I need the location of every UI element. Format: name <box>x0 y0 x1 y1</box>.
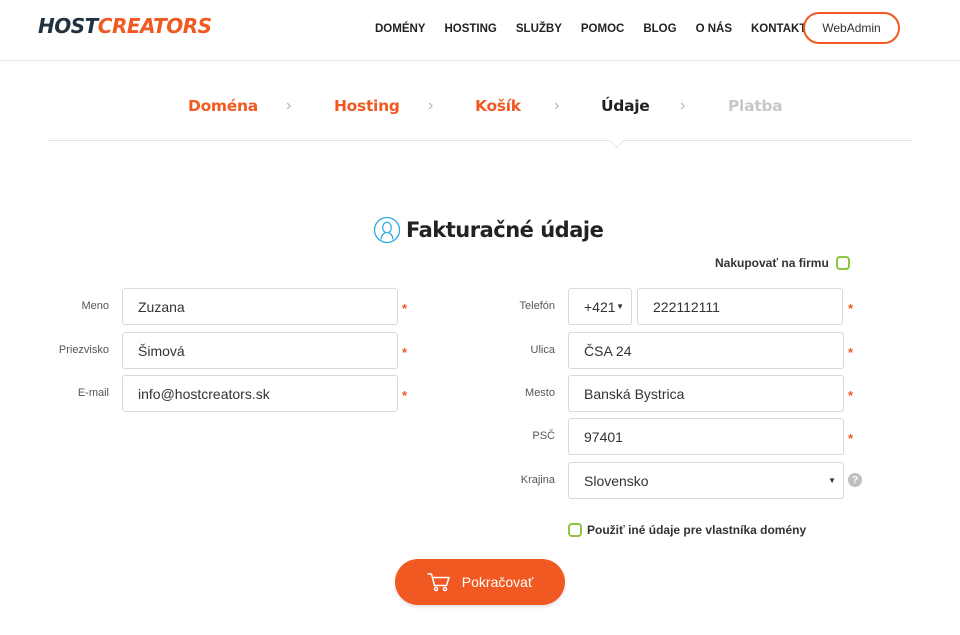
first-name-input[interactable]: Zuzana <box>122 288 398 325</box>
domain-owner-label: Použiť iné údaje pre vlastníka domény <box>587 523 807 537</box>
nav-pomoc[interactable]: POMOC <box>581 21 624 37</box>
nav-o-nas[interactable]: O NÁS <box>696 21 732 37</box>
required-mark: * <box>848 388 854 403</box>
checkout-steps: Doména › Hosting › Košík › Údaje › Platb… <box>0 92 960 122</box>
email-label: E-mail <box>77 387 109 399</box>
cart-icon <box>427 573 450 592</box>
continue-label: Pokračovať <box>461 574 534 590</box>
logo-part-host: HOST <box>38 14 98 38</box>
chevron-right-icon: › <box>554 97 560 114</box>
webadmin-button[interactable]: WebAdmin <box>803 12 900 44</box>
chevron-right-icon: › <box>286 97 292 114</box>
chevron-right-icon: › <box>428 97 434 114</box>
country-select[interactable]: Slovensko ▼ <box>568 462 844 499</box>
last-name-label: Priezvisko <box>58 344 109 356</box>
domain-owner-checkbox[interactable] <box>568 523 582 537</box>
phone-input[interactable]: 222112111 <box>637 288 843 325</box>
required-mark: * <box>848 431 854 446</box>
company-purchase-checkbox[interactable] <box>835 256 850 270</box>
continue-button[interactable]: Pokračovať <box>395 559 565 605</box>
required-mark: * <box>402 388 408 403</box>
phone-prefix-value: +421 <box>584 298 616 315</box>
site-header: HOSTCREATORS DOMÉNY HOSTING SLUŽBY POMOC… <box>0 0 960 61</box>
step-udaje: Údaje <box>601 97 650 115</box>
domain-owner-toggle[interactable]: Použiť iné údaje pre vlastníka domény <box>568 523 806 537</box>
required-mark: * <box>402 301 408 316</box>
required-mark: * <box>848 345 854 360</box>
phone-label: Telefón <box>519 300 555 312</box>
company-purchase-label: Nakupovať na firmu <box>715 256 829 270</box>
first-name-label: Meno <box>81 300 109 312</box>
step-hosting[interactable]: Hosting <box>334 96 400 116</box>
help-icon[interactable]: ? <box>848 473 862 487</box>
city-input[interactable]: Banská Bystrica <box>568 375 844 412</box>
active-step-pointer <box>608 132 625 149</box>
last-name-input[interactable]: Šimová <box>122 332 398 369</box>
chevron-down-icon: ▼ <box>828 476 836 485</box>
country-label: Krajina <box>520 474 555 486</box>
hostcreators-logo[interactable]: HOSTCREATORS <box>38 13 212 39</box>
nav-kontakt[interactable]: KONTAKT <box>751 21 806 37</box>
step-domena[interactable]: Doména <box>188 96 258 116</box>
chevron-down-icon: ▼ <box>616 302 624 311</box>
email-input[interactable]: info@hostcreators.sk <box>122 375 398 412</box>
zip-input[interactable]: 97401 <box>568 418 844 455</box>
step-kosik[interactable]: Košík <box>475 96 521 116</box>
form-title: Fakturačné údaje <box>373 216 604 244</box>
steps-divider <box>48 140 912 141</box>
zip-label: PSČ <box>532 430 555 442</box>
required-mark: * <box>848 301 854 316</box>
logo-part-creators: CREATORS <box>97 14 212 38</box>
nav-blog[interactable]: BLOG <box>643 21 676 37</box>
phone-prefix-select[interactable]: +421 ▼ <box>568 288 632 325</box>
chevron-right-icon: › <box>680 97 686 114</box>
step-platba: Platba <box>728 97 783 115</box>
street-input[interactable]: ČSA 24 <box>568 332 844 369</box>
nav-domeny[interactable]: DOMÉNY <box>375 21 425 37</box>
person-icon <box>373 216 401 244</box>
street-label: Ulica <box>530 344 555 356</box>
country-value: Slovensko <box>584 472 649 489</box>
page-title: Fakturačné údaje <box>406 218 604 242</box>
nav-hosting[interactable]: HOSTING <box>444 21 496 37</box>
city-label: Mesto <box>525 387 555 399</box>
nav-sluzby[interactable]: SLUŽBY <box>516 21 562 37</box>
required-mark: * <box>402 345 408 360</box>
company-purchase-toggle[interactable]: Nakupovať na firmu <box>715 256 850 270</box>
main-nav: DOMÉNY HOSTING SLUŽBY POMOC BLOG O NÁS K… <box>375 21 825 37</box>
